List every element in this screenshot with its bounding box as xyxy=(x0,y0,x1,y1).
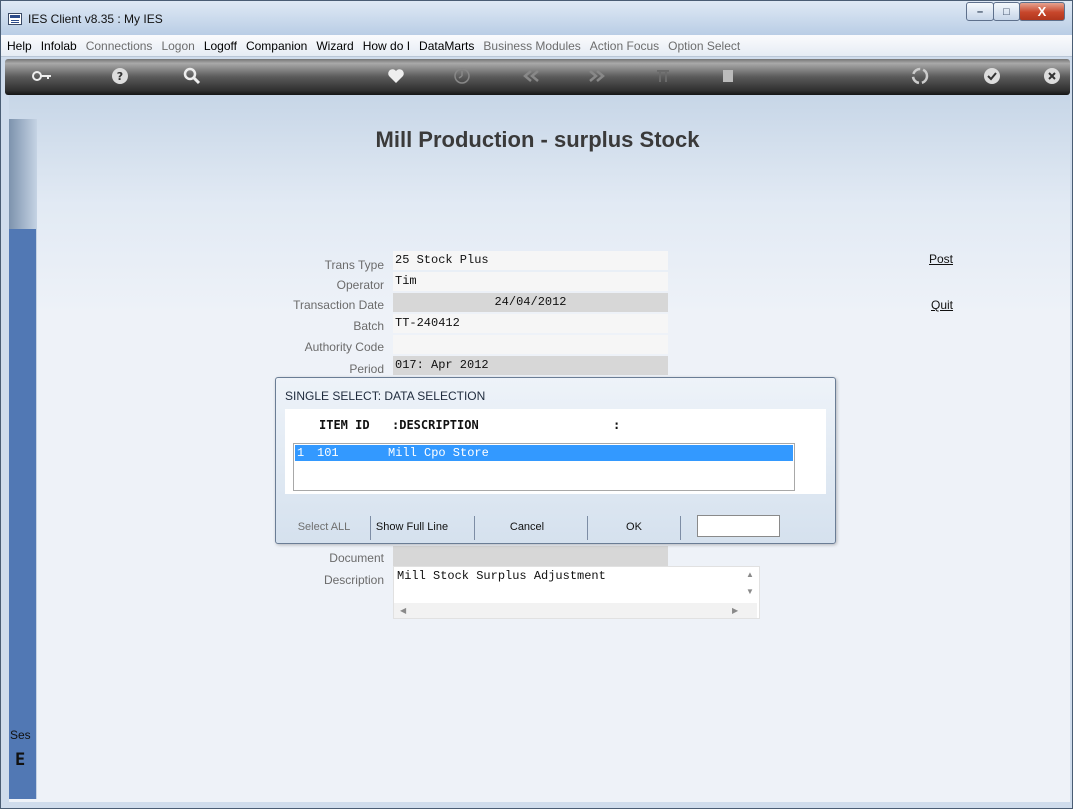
document-label: Document xyxy=(329,551,384,565)
tools-icon[interactable] xyxy=(653,65,675,87)
divider xyxy=(474,516,475,540)
fast-forward-icon[interactable] xyxy=(585,65,607,87)
session-label: Ses xyxy=(10,728,31,742)
menu-option-select[interactable]: Option Select xyxy=(668,39,740,53)
batch-field[interactable]: TT-240412 xyxy=(393,314,668,333)
menu-wizard[interactable]: Wizard xyxy=(316,39,353,53)
scroll-right-arrow-icon[interactable]: ▶ xyxy=(732,606,738,615)
list-item[interactable]: 1 101 Mill Cpo Store xyxy=(295,445,793,461)
menu-companion[interactable]: Companion xyxy=(246,39,307,53)
divider xyxy=(587,516,588,540)
operator-field[interactable]: Tim xyxy=(393,272,668,291)
close-window-button[interactable]: X xyxy=(1019,2,1065,21)
page-title: Mill Production - surplus Stock xyxy=(375,127,700,152)
operator-label: Operator xyxy=(336,278,384,292)
select-all-button[interactable]: Select ALL xyxy=(285,518,363,536)
dialog-title: SINGLE SELECT: DATA SELECTION xyxy=(285,389,486,403)
check-icon[interactable] xyxy=(981,65,1003,87)
trans-type-label: Trans Type xyxy=(324,258,384,272)
svg-text:?: ? xyxy=(117,70,123,83)
menu-business-modules[interactable]: Business Modules xyxy=(483,39,580,53)
menu-bar: Help Infolab Connections Logon Logoff Co… xyxy=(1,35,1072,57)
menu-help[interactable]: Help xyxy=(7,39,32,53)
window-controls: – □ X xyxy=(966,2,1065,21)
post-link[interactable]: Post xyxy=(929,252,953,266)
show-full-line-button[interactable]: Show Full Line xyxy=(372,518,452,536)
batch-label: Batch xyxy=(353,319,384,333)
key-icon[interactable] xyxy=(31,65,53,87)
rewind-icon[interactable] xyxy=(521,65,543,87)
scroll-left-arrow-icon[interactable]: ◀ xyxy=(400,606,406,615)
scroll-up-arrow-icon[interactable]: ▲ xyxy=(746,570,754,579)
description-textarea[interactable]: Mill Stock Surplus Adjustment ▲ ▼ ◀ ▶ xyxy=(393,566,760,619)
app-window: IES Client v8.35 : My IES – □ X Help Inf… xyxy=(0,0,1073,809)
menu-connections[interactable]: Connections xyxy=(86,39,153,53)
authority-code-field[interactable] xyxy=(393,335,668,354)
document-field[interactable] xyxy=(393,546,668,566)
menu-how-do-i[interactable]: How do I xyxy=(363,39,410,53)
title-bar[interactable]: IES Client v8.35 : My IES – □ X xyxy=(1,1,1072,35)
row-item-id: 101 xyxy=(317,446,339,460)
authority-code-label: Authority Code xyxy=(304,340,384,354)
minimize-button[interactable]: – xyxy=(966,2,994,21)
session-sidebar xyxy=(9,229,36,799)
dialog-search-input[interactable] xyxy=(697,515,780,537)
cancel-button[interactable]: Cancel xyxy=(484,518,570,536)
toolbar: ? xyxy=(5,59,1070,95)
app-icon xyxy=(8,13,22,25)
heart-icon[interactable] xyxy=(385,65,407,87)
close-icon[interactable] xyxy=(1041,65,1063,87)
transaction-date-label: Transaction Date xyxy=(293,298,384,312)
description-vertical-scrollbar[interactable]: ▲ ▼ xyxy=(741,567,759,603)
scroll-down-arrow-icon[interactable]: ▼ xyxy=(746,587,754,596)
extra-header: : xyxy=(613,418,621,432)
item-id-header: ITEM ID xyxy=(319,418,370,432)
menu-logon[interactable]: Logon xyxy=(161,39,194,53)
menu-action-focus[interactable]: Action Focus xyxy=(590,39,659,53)
selection-listbox[interactable]: 1 101 Mill Cpo Store xyxy=(293,443,795,491)
trans-type-field[interactable]: 25 Stock Plus xyxy=(393,251,668,270)
description-header: :DESCRIPTION xyxy=(392,418,479,432)
divider xyxy=(680,516,681,540)
description-text: Mill Stock Surplus Adjustment xyxy=(397,569,606,583)
session-glyph: E xyxy=(15,750,26,770)
quit-link[interactable]: Quit xyxy=(931,298,953,312)
maximize-button[interactable]: □ xyxy=(993,2,1020,21)
ok-button[interactable]: OK xyxy=(594,518,674,536)
period-label: Period xyxy=(349,362,384,376)
help-icon[interactable]: ? xyxy=(109,65,131,87)
search-icon[interactable] xyxy=(181,65,203,87)
recycle-icon[interactable] xyxy=(909,65,931,87)
divider xyxy=(370,516,371,540)
data-selection-dialog: SINGLE SELECT: DATA SELECTION ITEM ID :D… xyxy=(275,377,836,544)
clock-icon[interactable] xyxy=(451,65,473,87)
description-horizontal-scrollbar[interactable]: ◀ ▶ xyxy=(394,603,757,618)
description-label: Description xyxy=(323,573,384,587)
page-icon[interactable] xyxy=(717,65,739,87)
menu-logoff[interactable]: Logoff xyxy=(204,39,237,53)
row-number: 1 xyxy=(297,446,305,460)
menu-datamarts[interactable]: DataMarts xyxy=(419,39,474,53)
menu-infolab[interactable]: Infolab xyxy=(41,39,77,53)
window-title: IES Client v8.35 : My IES xyxy=(28,12,163,26)
transaction-date-field[interactable]: 24/04/2012 xyxy=(393,293,668,312)
dialog-content-panel: ITEM ID :DESCRIPTION : 1 101 Mill Cpo St… xyxy=(285,409,826,494)
row-description: Mill Cpo Store xyxy=(388,446,489,460)
period-field[interactable]: 017: Apr 2012 xyxy=(393,356,668,375)
